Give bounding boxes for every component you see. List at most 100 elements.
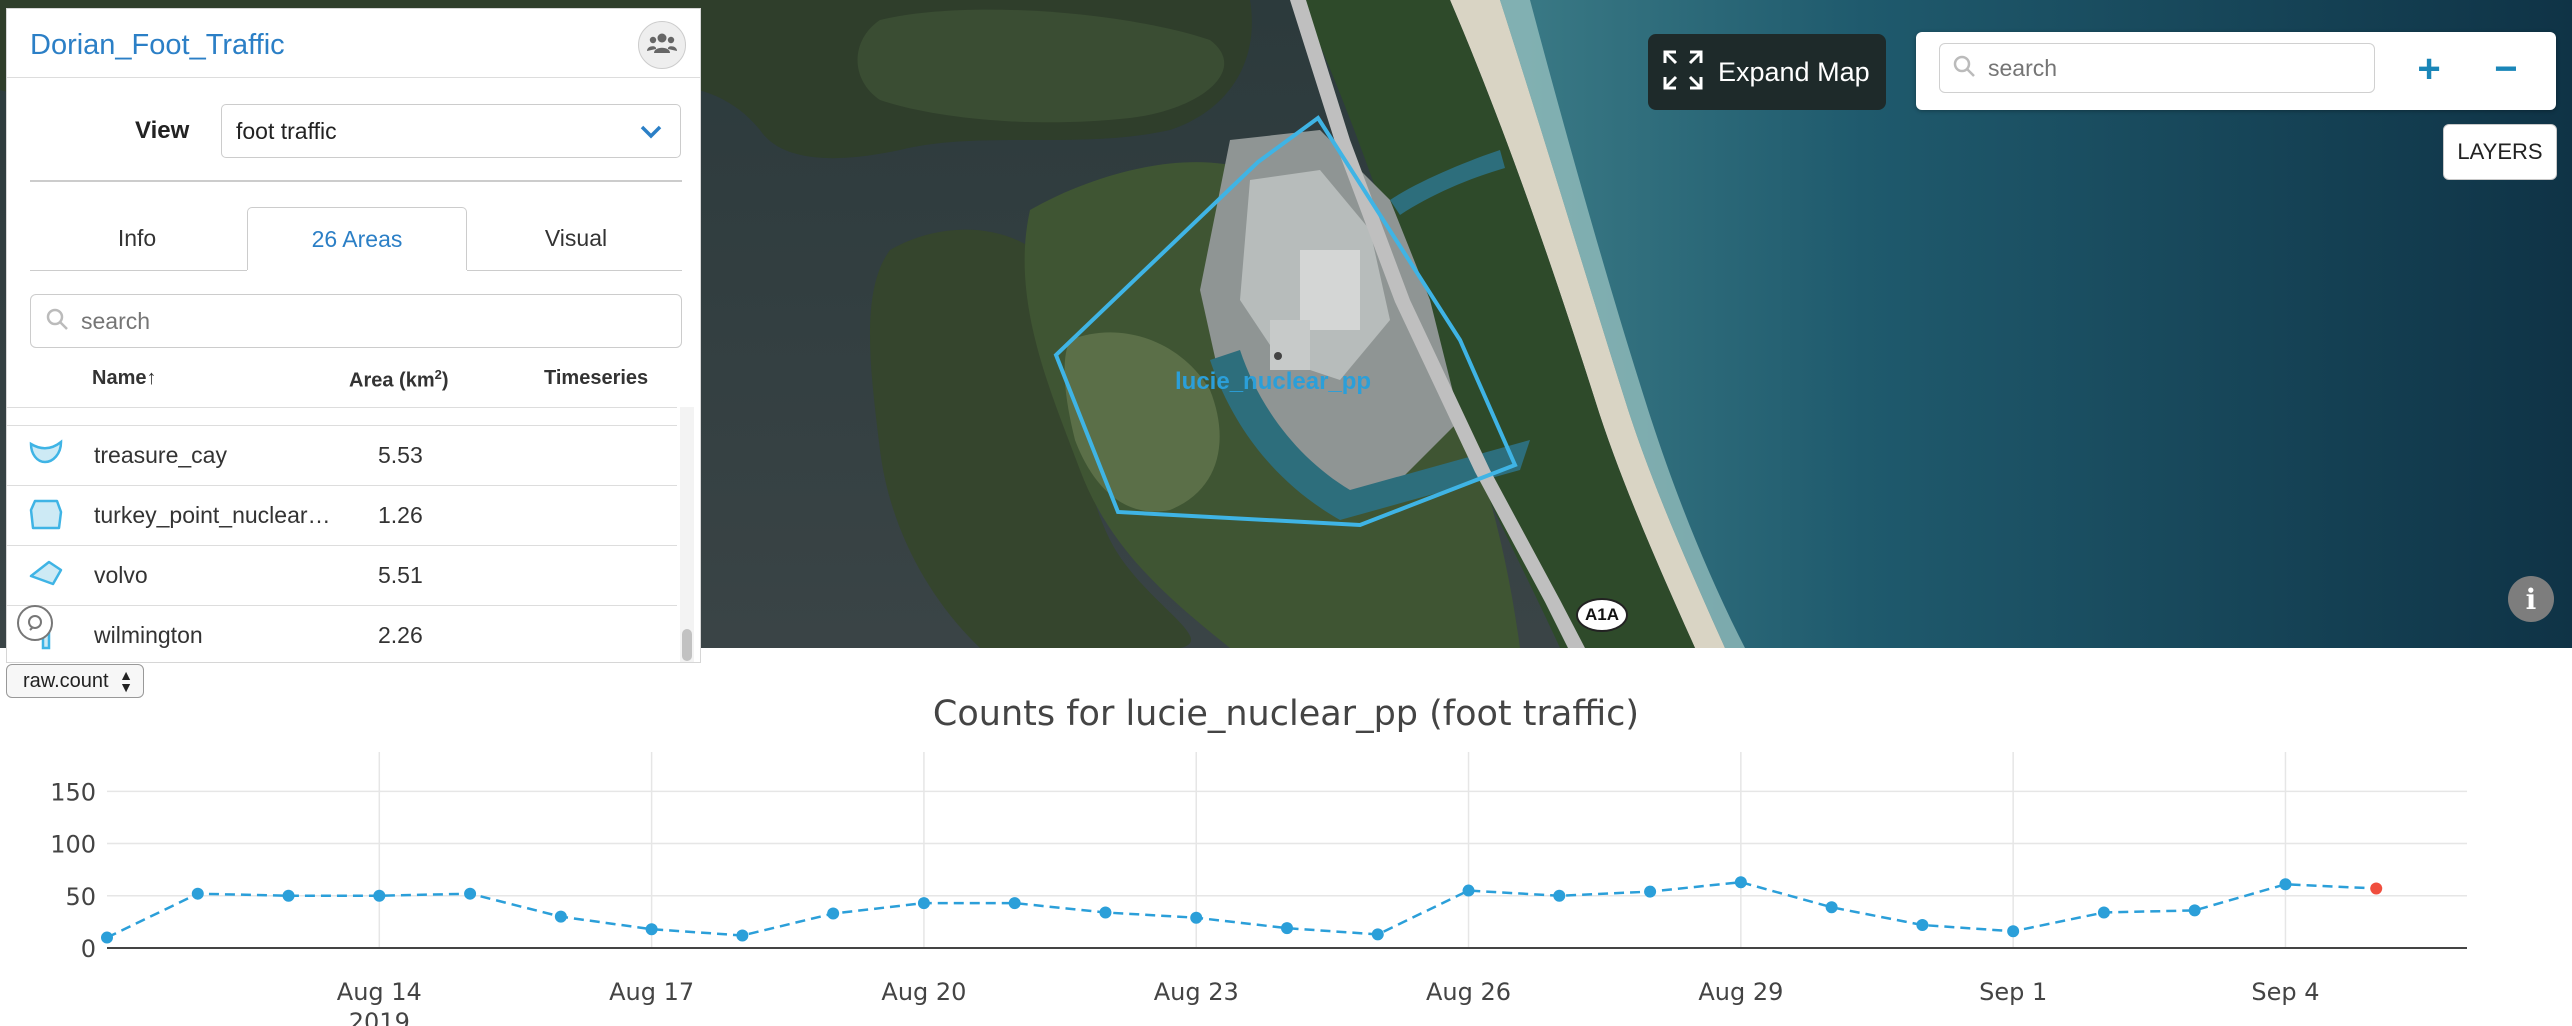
data-point bbox=[1644, 885, 1657, 898]
area-shape-icon bbox=[29, 499, 63, 530]
table-row[interactable]: turkey_point_nuclear… 1.26 bbox=[7, 486, 677, 546]
data-point bbox=[554, 910, 567, 923]
column-header-area-close: ) bbox=[441, 369, 449, 392]
layers-button[interactable]: LAYERS bbox=[2443, 124, 2557, 180]
zoom-out-button[interactable]: − bbox=[2483, 46, 2529, 92]
metric-select[interactable]: raw.count ▲ ▼ bbox=[6, 664, 144, 698]
scrollbar-thumb[interactable] bbox=[682, 629, 692, 661]
view-divider bbox=[30, 180, 682, 182]
row-area: 2.26 bbox=[378, 622, 423, 648]
x-tick-label: Aug 14 bbox=[337, 978, 422, 1006]
updown-arrows-icon: ▲ ▼ bbox=[119, 667, 133, 695]
table-row[interactable]: volvo 5.51 bbox=[7, 546, 677, 606]
data-point bbox=[1916, 919, 1929, 932]
data-point bbox=[464, 887, 477, 900]
expand-map-button[interactable]: Expand Map bbox=[1648, 34, 1886, 110]
tab-visual[interactable]: Visual bbox=[470, 207, 682, 270]
row-area: 1.26 bbox=[378, 502, 423, 528]
row-area: 5.53 bbox=[378, 442, 423, 468]
timeseries-chart[interactable]: 050100150 Aug 142019Aug 17 Aug 20 Aug 23 Au… bbox=[0, 740, 2572, 1026]
areas-panel: Dorian_Foot_Traffic View foot traffic In… bbox=[6, 8, 701, 663]
y-tick-label: 0 bbox=[81, 935, 96, 963]
data-point bbox=[101, 931, 113, 944]
metric-select-value: raw.count bbox=[23, 669, 109, 692]
map-search-box[interactable] bbox=[1939, 43, 2375, 93]
data-point bbox=[917, 897, 930, 910]
x-tick-label: Sep 1 bbox=[1979, 978, 2047, 1006]
expand-icon bbox=[1662, 49, 1704, 96]
column-header-area[interactable]: Area (km2) bbox=[349, 367, 449, 393]
table-row[interactable]: wilmington 2.26 bbox=[7, 606, 677, 662]
data-point bbox=[1190, 911, 1203, 924]
minus-icon: − bbox=[2494, 46, 2518, 91]
tab-areas[interactable]: 26 Areas bbox=[247, 207, 467, 270]
area-shape-icon bbox=[29, 439, 63, 464]
x-tick-label: Aug 20 bbox=[881, 978, 966, 1006]
chart-title: Counts for lucie_nuclear_pp (foot traffi… bbox=[932, 694, 1640, 734]
data-point bbox=[1825, 901, 1838, 914]
info-icon[interactable]: i bbox=[2508, 576, 2554, 622]
search-icon bbox=[1952, 54, 1976, 83]
data-point bbox=[2279, 878, 2292, 891]
group-icon bbox=[647, 32, 677, 59]
data-point bbox=[1371, 928, 1384, 941]
data-point bbox=[373, 889, 386, 902]
chat-icon[interactable] bbox=[17, 605, 53, 641]
x-tick-label: Aug 17 bbox=[609, 978, 694, 1006]
column-header-timeseries[interactable]: Timeseries bbox=[544, 367, 648, 390]
row-area: 5.51 bbox=[378, 562, 423, 588]
x-tick-label: Aug 29 bbox=[1698, 978, 1783, 1006]
header-divider bbox=[7, 77, 700, 78]
data-point bbox=[645, 923, 658, 936]
table-row-partial bbox=[7, 408, 677, 426]
search-icon bbox=[45, 307, 69, 336]
table-scrollbar[interactable] bbox=[680, 407, 694, 662]
data-point-latest bbox=[2370, 882, 2383, 895]
column-header-name[interactable]: Name↑ bbox=[92, 367, 156, 390]
view-label: View bbox=[135, 117, 190, 144]
data-point bbox=[1099, 906, 1112, 919]
x-tick-label: Aug 23 bbox=[1154, 978, 1239, 1006]
row-name: volvo bbox=[94, 562, 148, 588]
chevron-down-icon bbox=[640, 118, 662, 145]
tab-underline-left bbox=[30, 270, 247, 271]
data-point bbox=[2007, 925, 2020, 938]
expand-map-label: Expand Map bbox=[1718, 56, 1870, 87]
data-point bbox=[1462, 884, 1475, 897]
zoom-in-button[interactable]: + bbox=[2406, 46, 2452, 92]
column-header-area-exponent: 2 bbox=[434, 367, 442, 382]
data-point bbox=[736, 929, 749, 942]
series-counts bbox=[101, 876, 2383, 944]
x-axis: Aug 14 2019 Aug 17 Aug 20 Aug 23 Aug 26 Aug 29… bbox=[337, 978, 2320, 1026]
x-tick-label: Aug 26 bbox=[1426, 978, 1511, 1006]
table-row[interactable]: treasure_cay 5.53 bbox=[7, 426, 677, 486]
selected-area-label[interactable]: lucie_nuclear_pp bbox=[1175, 368, 1371, 396]
x-tick-year-label: 2019 bbox=[349, 1008, 410, 1026]
data-point bbox=[2188, 904, 2201, 917]
panel-title[interactable]: Dorian_Foot_Traffic bbox=[30, 29, 285, 62]
row-name: treasure_cay bbox=[94, 442, 227, 468]
group-button[interactable] bbox=[638, 21, 686, 69]
series-line bbox=[106, 880, 2377, 939]
y-axis: 0 50 100 150 bbox=[50, 778, 96, 963]
map-search-input[interactable] bbox=[1986, 53, 2350, 83]
area-search-box[interactable] bbox=[30, 294, 682, 348]
data-point bbox=[282, 889, 295, 902]
y-tick-label: 100 bbox=[50, 831, 96, 859]
column-header-area-label: Area (km bbox=[349, 369, 435, 392]
area-search-input[interactable] bbox=[79, 306, 643, 336]
view-select-value: foot traffic bbox=[236, 117, 337, 144]
data-point bbox=[1553, 889, 1566, 902]
data-point bbox=[191, 887, 204, 900]
tab-underline-right bbox=[467, 270, 682, 271]
row-name: turkey_point_nuclear… bbox=[94, 502, 331, 528]
map-search-panel: + − bbox=[1916, 32, 2556, 110]
area-shape-icon bbox=[29, 560, 63, 586]
data-point bbox=[2097, 906, 2110, 919]
tab-info[interactable]: Info bbox=[30, 207, 244, 270]
data-point bbox=[1734, 876, 1747, 889]
chart-grid bbox=[107, 752, 2467, 949]
view-select[interactable]: foot traffic bbox=[221, 104, 681, 158]
data-point bbox=[1008, 897, 1021, 910]
x-tick-label: Sep 4 bbox=[2251, 978, 2319, 1006]
